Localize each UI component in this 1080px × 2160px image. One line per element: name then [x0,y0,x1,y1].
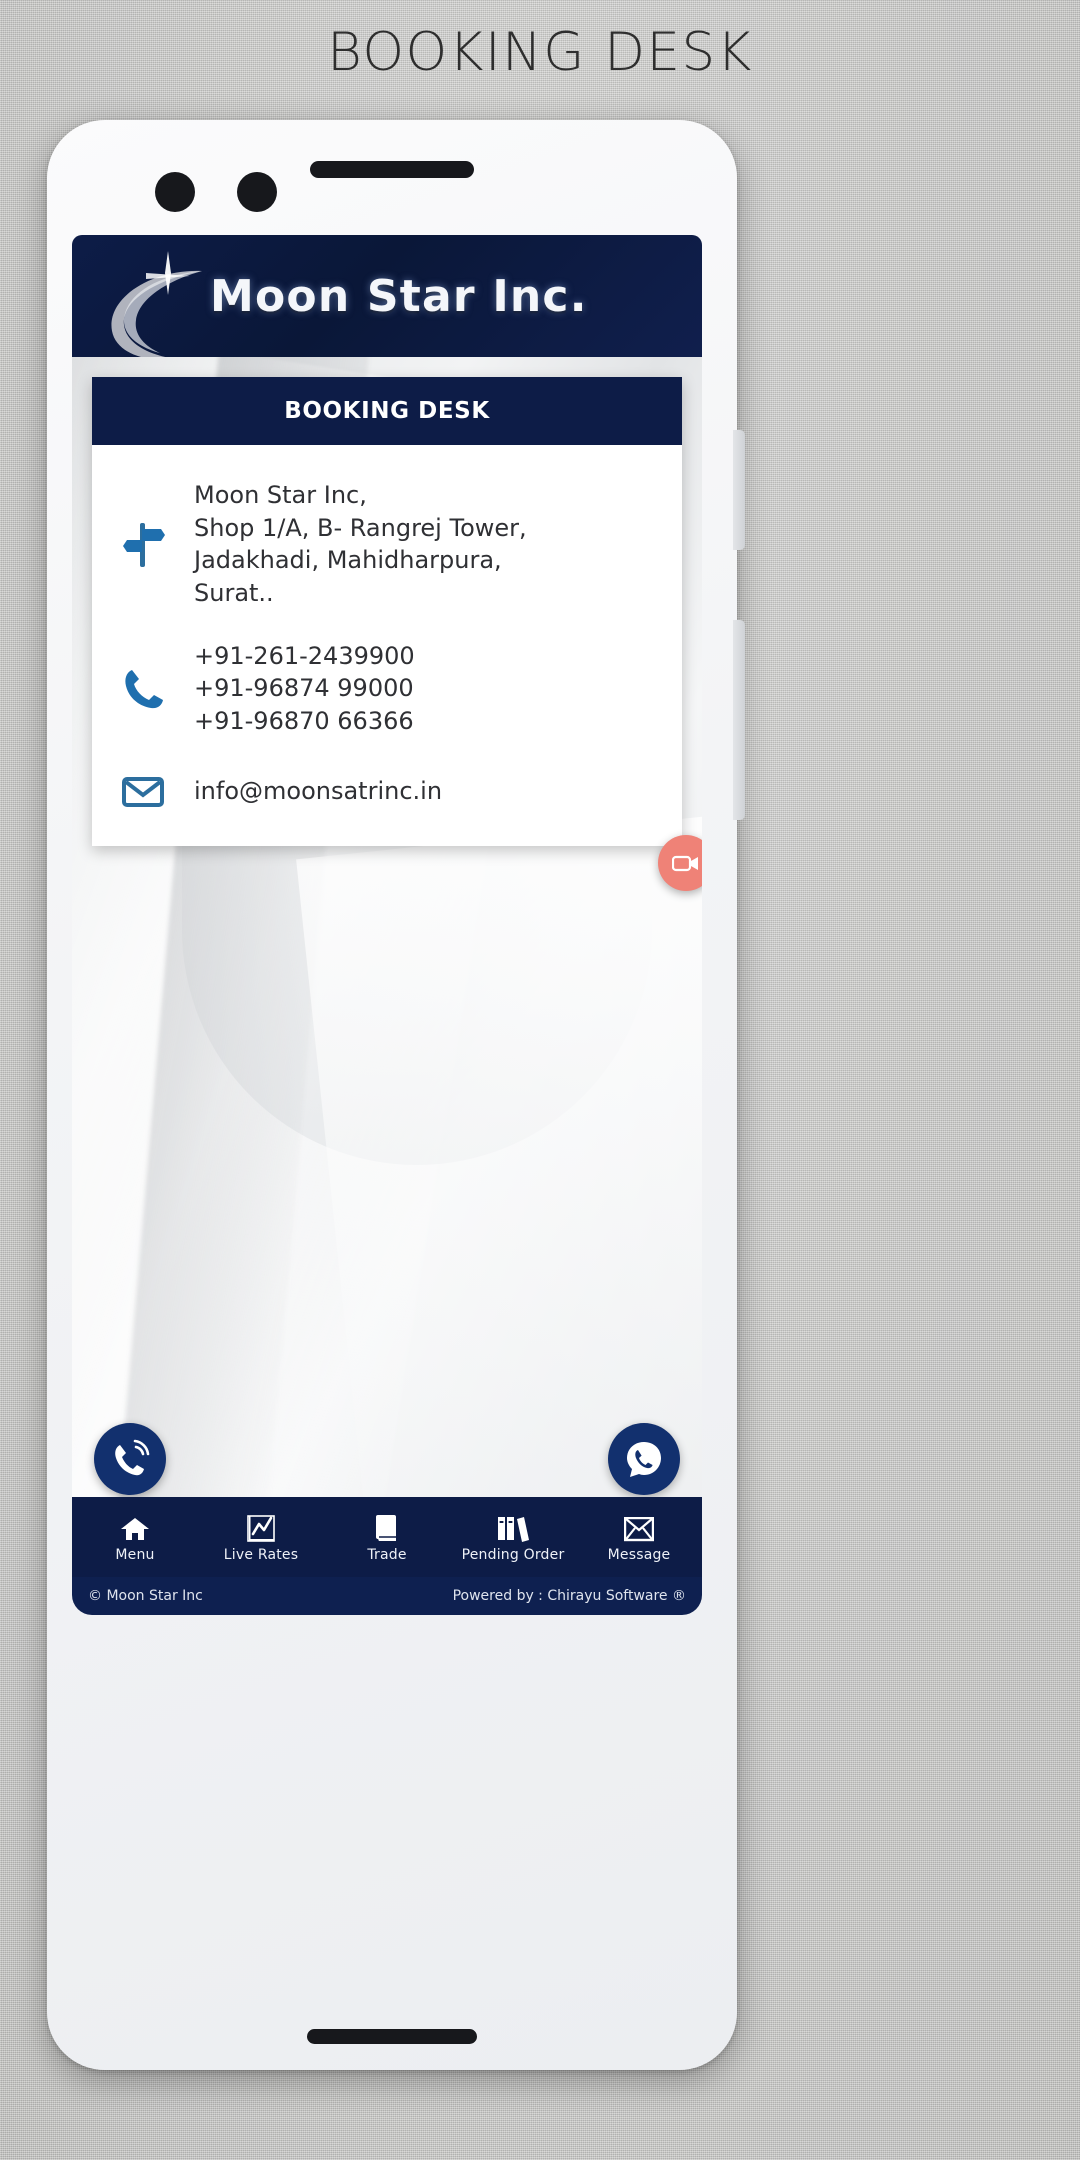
nav-label-live-rates: Live Rates [223,1546,299,1563]
envelope-icon [624,1512,654,1542]
front-sensor-icon [237,172,277,212]
nav-item-menu[interactable]: Menu [72,1497,198,1577]
phone-mockup: Moon Star Inc. BOOKING DESK Moon Star In… [47,120,745,2070]
page-title: BOOKING DESK [327,22,753,83]
footer-powered-by: Powered by : Chirayu Software ® [452,1588,686,1604]
nav-item-live-rates[interactable]: Live Rates [198,1497,324,1577]
card-body: Moon Star Inc, Shop 1/A, B- Rangrej Towe… [92,445,682,846]
nav-label-menu: Menu [115,1546,155,1563]
volume-button[interactable] [733,430,745,550]
home-indicator-bar [307,2029,477,2044]
email-address[interactable]: info@moonsatrinc.in [194,775,666,808]
nav-label-message: Message [607,1546,671,1563]
signpost-icon [92,519,194,569]
phone-top-bezel [47,120,737,232]
phone-line-1[interactable]: +91-261-2439900 [194,640,666,673]
address-line-1: Moon Star Inc, [194,481,367,509]
line-chart-icon [247,1512,275,1542]
front-camera-icon [155,172,195,212]
phone-screen: Moon Star Inc. BOOKING DESK Moon Star In… [72,235,702,1615]
nav-label-pending-order: Pending Order [461,1546,565,1563]
nav-label-trade: Trade [367,1546,407,1563]
address-line-2: Shop 1/A, B- Rangrej Tower, [194,513,527,542]
address-lines: Moon Star Inc, Shop 1/A, B- Rangrej Towe… [194,479,682,610]
earpiece-speaker [310,161,474,178]
video-camera-icon [672,855,698,872]
nav-item-pending-order[interactable]: Pending Order [450,1497,576,1577]
email-row: info@moonsatrinc.in [92,745,682,816]
app-footer: © Moon Star Inc Powered by : Chirayu Sof… [72,1577,702,1615]
phone-line-2[interactable]: +91-96874 99000 [194,672,666,705]
email-lines: info@moonsatrinc.in [194,775,682,808]
address-line-4: Surat.. [194,578,274,607]
books-icon [497,1512,529,1542]
address-line-3: Jadakhadi, Mahidharpura, [194,546,502,575]
book-icon [374,1512,400,1542]
app-brand-header: Moon Star Inc. [72,235,702,357]
phone-line-3[interactable]: +91-96870 66366 [194,705,666,738]
card-title: BOOKING DESK [92,377,682,445]
phone-chat-icon [627,1442,661,1477]
phone-icon [92,666,194,710]
nav-item-message[interactable]: Message [576,1497,702,1577]
power-button[interactable] [733,620,745,820]
whatsapp-fab[interactable] [608,1423,680,1495]
brand-name: Moon Star Inc. [210,270,588,322]
phone-lines: +91-261-2439900 +91-96874 99000 +91-9687… [194,640,682,738]
booking-desk-card: BOOKING DESK Moon Star Inc, Shop 1/A, B-… [92,377,682,846]
envelope-icon [92,776,194,808]
address-row: Moon Star Inc, Shop 1/A, B- Rangrej Towe… [92,465,682,618]
nav-item-trade[interactable]: Trade [324,1497,450,1577]
footer-copyright: © Moon Star Inc [88,1588,203,1604]
callback-fab[interactable] [94,1423,166,1495]
bottom-navigation: Menu Live Rates Trade Pending Order Mess… [72,1497,702,1577]
phone-row: +91-261-2439900 +91-96874 99000 +91-9687… [92,618,682,746]
phone-signal-icon [115,1439,150,1476]
home-icon [120,1512,150,1542]
